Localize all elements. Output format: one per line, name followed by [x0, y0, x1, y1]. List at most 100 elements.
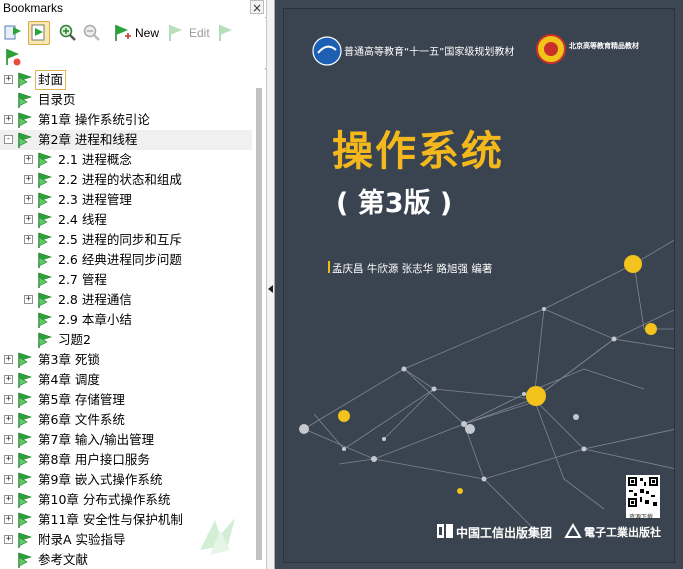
bookmark-label: 封面 [34, 70, 67, 90]
bookmark-item[interactable]: +2.3 进程管理 [0, 190, 252, 210]
qr-code-icon [626, 475, 660, 509]
bookmark-item[interactable]: + 第7章 输入/输出管理 [0, 430, 252, 450]
bookmark-item[interactable]: +2.4 线程 [0, 210, 252, 230]
bookmark-item[interactable]: + 第4章 调度 [0, 370, 252, 390]
bookmark-item[interactable]: 2.7 管程 [0, 270, 252, 290]
bookmark-item[interactable]: 目录页 [0, 90, 252, 110]
expand-toggle-icon[interactable]: + [4, 535, 13, 544]
collapse-arrow-icon[interactable] [268, 285, 274, 293]
bookmark-item[interactable]: + 第3章 死锁 [0, 350, 252, 370]
bookmark-options-icon [3, 23, 23, 43]
bookmark-label: 参考文献 [38, 552, 89, 567]
new-from-structure-button[interactable] [28, 21, 50, 45]
expand-toggle-icon[interactable]: + [24, 215, 33, 224]
bookmark-icon [36, 331, 54, 349]
bookmark-item[interactable]: + 第1章 操作系统引论 [0, 110, 252, 130]
book-title: 操作系统 [332, 127, 504, 175]
zoom-in-button[interactable] [58, 21, 78, 45]
bookmark-icon [36, 251, 54, 269]
bookmark-icon [16, 71, 34, 89]
bookmark-item[interactable]: 2.9 本章小结 [0, 310, 252, 330]
bookmark-icon [36, 271, 54, 289]
book-authors: 孟庆昌 牛欣源 张志华 路旭强 编著 [332, 263, 493, 275]
panel-splitter[interactable] [266, 0, 275, 569]
bookmark-item[interactable]: + 封面 [0, 70, 252, 90]
bookmark-item[interactable]: + 第6章 文件系统 [0, 410, 252, 430]
bookmark-label: 第8章 用户接口服务 [38, 452, 150, 467]
bookmark-item[interactable]: + 第5章 存储管理 [0, 390, 252, 410]
expand-toggle-icon[interactable]: + [24, 155, 33, 164]
edit-button[interactable]: Edit [166, 21, 210, 45]
bookmark-item[interactable]: +2.8 进程通信 [0, 290, 252, 310]
series-right-text: 北京高等教育精品教材 [569, 42, 639, 50]
expand-toggle-icon[interactable]: + [4, 435, 13, 444]
expand-toggle-icon[interactable]: + [4, 455, 13, 464]
expand-toggle-icon[interactable]: + [4, 375, 13, 384]
expand-toggle-icon[interactable]: + [4, 355, 13, 364]
zoom-out-icon [82, 23, 102, 43]
close-panel-button[interactable]: × [250, 0, 264, 15]
bookmark-item[interactable]: - 第2章 进程和线程 [0, 130, 252, 150]
series-text: 普通高等教育“十一五”国家级规划教材 [344, 47, 515, 58]
bookmark-icon [36, 151, 54, 169]
qr-label: 资源下载 [629, 514, 654, 521]
expand-toggle-icon[interactable]: + [24, 195, 33, 204]
bookmark-item[interactable]: + 第8章 用户接口服务 [0, 450, 252, 470]
bookmark-icon [16, 471, 34, 489]
bookmark-icon [36, 291, 54, 309]
bookmark-label: 2.8 进程通信 [58, 292, 132, 307]
bookmark-icon [16, 131, 34, 149]
zoom-in-icon [58, 23, 78, 43]
bookmark-label: 附录A 实验指导 [38, 532, 126, 547]
bookmark-icon [16, 511, 34, 529]
bookmark-tree: + 封面 目录页 + 第1章 操作系统引论 - 第2章 进程和线程 +2.1 进程概念 +2.2… [0, 70, 252, 569]
expand-toggle-icon[interactable]: + [4, 415, 13, 424]
bookmarks-toolbar: New Edit [0, 18, 266, 68]
new-button[interactable]: New [112, 21, 159, 45]
zoom-out-button[interactable] [82, 21, 102, 45]
quality-badge-icon [536, 34, 566, 64]
cover-page: 普通高等教育“十一五”国家级规划教材 北京高等教育精品教材 操作系统 ( 第3版… [283, 8, 675, 563]
expand-toggle-icon[interactable]: + [4, 475, 13, 484]
bookmark-item[interactable]: + 第10章 分布式操作系统 [0, 490, 252, 510]
expand-toggle-icon[interactable]: + [4, 115, 13, 124]
bookmark-icon [36, 191, 54, 209]
document-view[interactable]: 普通高等教育“十一五”国家级规划教材 北京高等教育精品教材 操作系统 ( 第3版… [275, 0, 683, 569]
bookmark-item[interactable]: 2.6 经典进程同步问题 [0, 250, 252, 270]
new-label: New [135, 26, 160, 40]
expand-toggle-icon[interactable]: + [24, 295, 33, 304]
delete-button[interactable] [216, 21, 236, 45]
expand-toggle-icon[interactable]: + [24, 175, 33, 184]
bookmark-label: 目录页 [38, 92, 76, 107]
authors-accent-bar [328, 261, 330, 273]
bookmark-label: 2.4 线程 [58, 212, 107, 227]
edit-label: Edit [189, 26, 210, 40]
expand-toggle-icon[interactable]: + [24, 235, 33, 244]
bookmark-properties-icon [3, 47, 23, 67]
bookmark-icon [16, 491, 34, 509]
bookmark-icon [36, 311, 54, 329]
expand-toggle-icon[interactable]: + [4, 495, 13, 504]
bookmark-edit-icon [166, 23, 186, 43]
bookmark-icon [16, 551, 34, 569]
collapse-toggle-icon[interactable]: - [4, 135, 13, 144]
vertical-scrollbar[interactable] [252, 70, 266, 569]
bookmark-label: 第1章 操作系统引论 [38, 112, 150, 127]
bookmark-icon [16, 351, 34, 369]
watermark-logo-icon [200, 518, 235, 555]
bookmark-label: 2.2 进程的状态和组成 [58, 172, 182, 187]
bookmark-item[interactable]: +2.2 进程的状态和组成 [0, 170, 252, 190]
scrollbar-thumb[interactable] [256, 88, 262, 560]
expand-toggle-icon[interactable]: + [4, 515, 13, 524]
bookmark-item[interactable]: 习题2 [0, 330, 252, 350]
bookmark-item[interactable]: +2.5 进程的同步和互斥 [0, 230, 252, 250]
bookmark-label: 第4章 调度 [38, 372, 100, 387]
bookmark-icon [16, 111, 34, 129]
expand-toggle-icon[interactable]: + [4, 75, 13, 84]
bookmark-label: 第7章 输入/输出管理 [38, 432, 155, 447]
properties-button[interactable] [3, 45, 23, 69]
expand-toggle-icon[interactable]: + [4, 395, 13, 404]
expand-all-button[interactable] [3, 21, 23, 45]
bookmark-item[interactable]: +2.1 进程概念 [0, 150, 252, 170]
bookmark-item[interactable]: + 第9章 嵌入式操作系统 [0, 470, 252, 490]
